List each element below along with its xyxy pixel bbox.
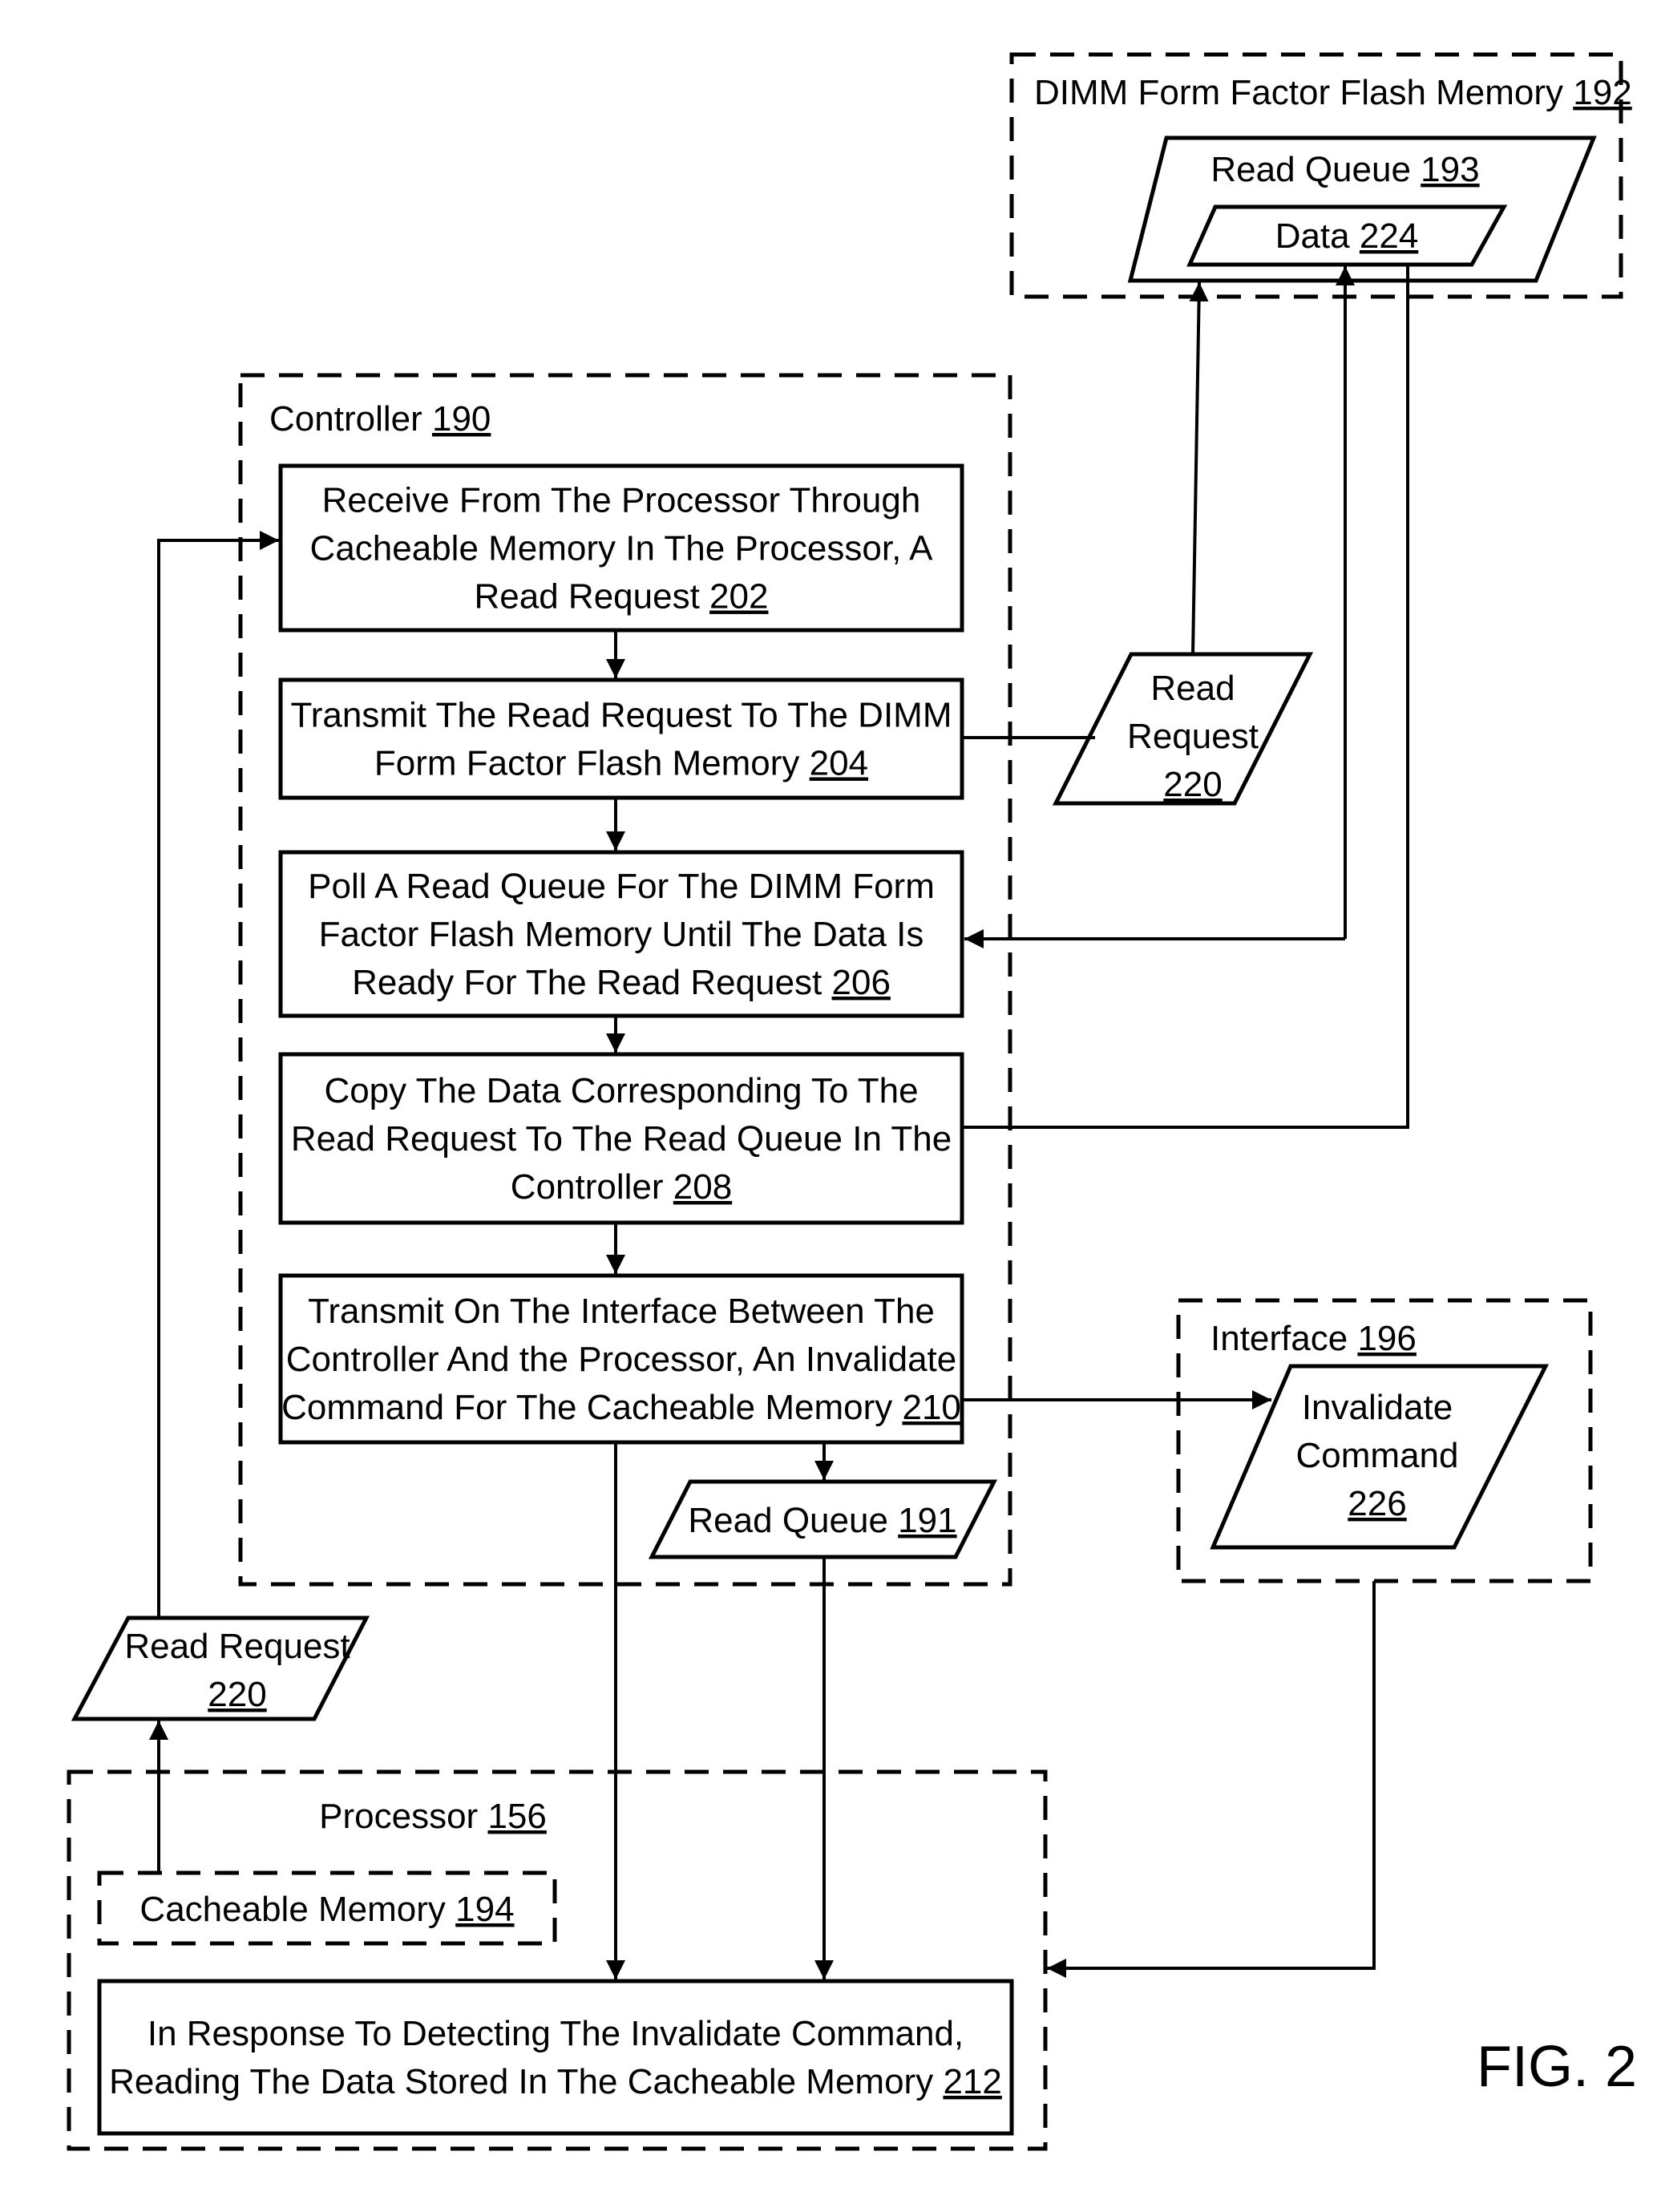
step-208-line-2: Read Request To The Read Queue In The [291, 1119, 952, 1159]
step-210-line-3: Command For The Cacheable Memory 210 [281, 1388, 961, 1427]
invalidate-command-ref: 226 [1348, 1484, 1406, 1523]
read-request-left-ref: 220 [208, 1675, 266, 1714]
read-request-right-ref: 220 [1163, 765, 1222, 804]
step-208-line-1: Copy The Data Corresponding To The [324, 1071, 918, 1110]
step-212-line-1: In Response To Detecting The Invalidate … [148, 2014, 964, 2053]
processor-container-label: Processor 156 [319, 1797, 547, 1836]
step-read-cacheable-memory-212: In Response To Detecting The Invalidate … [97, 1979, 1014, 2136]
step-208-line-3: Controller 208 [511, 1167, 732, 1207]
step-204-line-2: Form Factor Flash Memory 204 [374, 744, 868, 783]
step-transmit-read-request-204: Transmit The Read Request To The DIMM For… [278, 677, 964, 800]
flow-diagram: DIMM Form Factor Flash Memory 192 Read Q… [67, 52, 1637, 2151]
step-poll-read-queue-206: Poll A Read Queue For The DIMM Form Facto… [278, 850, 964, 1018]
dimm-container-label: DIMM Form Factor Flash Memory 192 [1034, 73, 1632, 112]
step-receive-read-request-202: Receive From The Processor Through Cachea… [278, 463, 964, 633]
figure-label: FIG. 2 [1477, 2035, 1637, 2099]
read-request-right-line1: Read [1150, 669, 1235, 708]
step-206-line-3: Ready For The Read Request 206 [352, 963, 891, 1002]
step-206-line-1: Poll A Read Queue For The DIMM Form [308, 867, 935, 906]
step-206-line-2: Factor Flash Memory Until The Data Is [319, 915, 924, 954]
data-224: Data 224 [1186, 204, 1508, 267]
step-202-line-3: Read Request 202 [475, 577, 769, 617]
interface-container-label: Interface 196 [1210, 1319, 1417, 1358]
read-request-220-right: Read Request 220 [1052, 652, 1314, 806]
read-queue-191: Read Queue 191 [648, 1479, 998, 1559]
step-202-line-2: Cacheable Memory In The Processor, A [310, 529, 934, 568]
step-202-line-1: Receive From The Processor Through [322, 481, 921, 520]
step-202-ref: 202 [709, 577, 768, 617]
step-208-ref: 208 [673, 1167, 732, 1207]
step-204-ref: 204 [810, 744, 868, 783]
step-206-ref: 206 [832, 963, 891, 1002]
step-204-line-1: Transmit The Read Request To The DIMM [291, 696, 952, 735]
invalidate-command-line2: Command [1296, 1436, 1459, 1475]
step-transmit-invalidate-210: Transmit On The Interface Between The Con… [278, 1273, 964, 1445]
read-queue-193-label: Read Queue 193 [1210, 150, 1479, 189]
read-request-220-left: Read Request 220 [71, 1616, 370, 1721]
arrow-read-request-to-read-queue-193 [1189, 281, 1209, 655]
controller-container-label: Controller 190 [269, 399, 491, 439]
arrow-interface-to-processor [1047, 1581, 1376, 1978]
step-210-line-1: Transmit On The Interface Between The [308, 1292, 935, 1331]
read-queue-191-label: Read Queue 191 [688, 1501, 956, 1540]
invalidate-command-226: Invalidate Command 226 [1210, 1364, 1550, 1550]
data-224-label: Data 224 [1275, 216, 1419, 256]
step-box-212 [97, 1979, 1014, 2136]
arrow-read-request-to-202 [157, 531, 279, 1618]
step-copy-data-208: Copy The Data Corresponding To The Read R… [278, 1052, 964, 1225]
step-210-line-2: Controller And the Processor, An Invalid… [286, 1340, 957, 1379]
read-request-left-line1: Read Request [124, 1627, 350, 1666]
invalidate-command-line1: Invalidate [1302, 1388, 1453, 1427]
step-212-line-2: Reading The Data Stored In The Cacheable… [109, 2062, 1002, 2101]
cacheable-memory-194: Cacheable Memory 194 [97, 1870, 557, 1946]
cacheable-memory-label: Cacheable Memory 194 [139, 1890, 514, 1929]
read-request-right-line2: Request [1127, 717, 1259, 756]
step-210-ref: 210 [902, 1388, 960, 1427]
step-212-ref: 212 [943, 2062, 1001, 2101]
